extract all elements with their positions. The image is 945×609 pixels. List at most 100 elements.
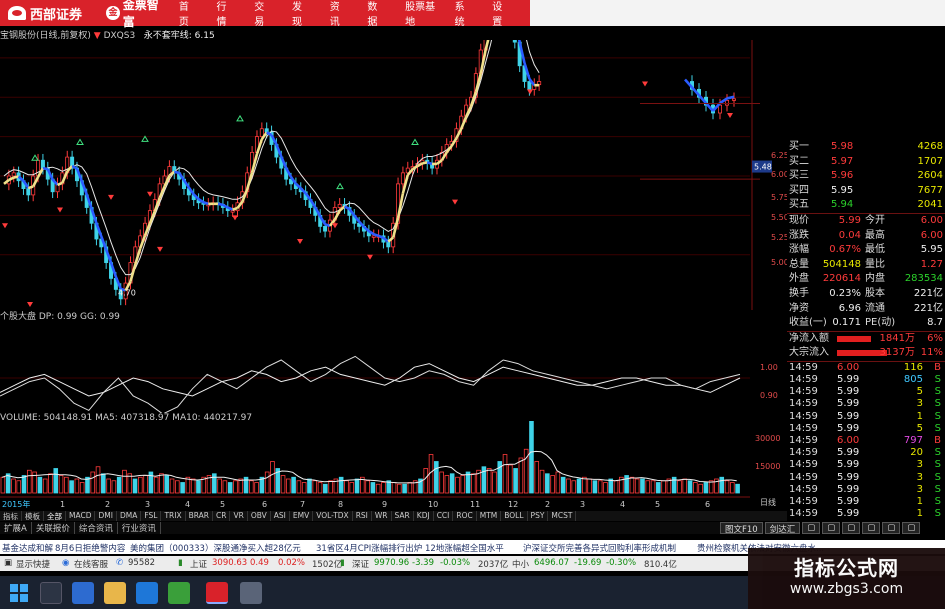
indicator-tab[interactable]: MACD [66,511,96,521]
indicator-tab[interactable]: OBV [248,511,271,521]
news-item[interactable]: 基金达成和解 [2,542,53,554]
flow-value: 1841万 [879,332,915,344]
logo-icon [8,6,26,20]
indicator-tab[interactable]: TRIX [161,511,186,521]
menu-data[interactable]: 数据 [367,0,383,28]
shortcut-toggle[interactable]: 显示快捷 [16,558,50,570]
panel-button[interactable]: 图文F10 [720,522,763,535]
menu-settings[interactable]: 设置 [492,0,508,28]
search-icon[interactable] [40,582,62,604]
windows-start-icon[interactable] [8,582,30,604]
volume-bar [566,478,571,494]
order-row[interactable]: 买一 5.98 4268 [787,140,945,155]
window-control-button[interactable]: ▢ [902,522,921,534]
indicator-tab[interactable]: MCST [548,511,577,521]
tick-row: 14:59 6.00 116 B [787,362,945,374]
menu-discover[interactable]: 发现 [292,0,308,28]
indicator-tab[interactable]: SAR [392,511,414,521]
indicator-tab[interactable]: MTM [477,511,502,521]
broker-logo[interactable]: 西部证券 [0,4,106,23]
sub-tab[interactable]: 综合资讯 [75,522,118,534]
volume-bar [529,421,534,494]
indicator-tab[interactable]: BOLL [501,511,528,521]
indicator-tab[interactable]: CCI [434,511,454,521]
buy-signal-icon [411,138,419,145]
indicator-tab[interactable]: PSY [528,511,549,521]
window-control-button[interactable]: ▢ [842,522,861,534]
sub-tab[interactable]: 关联报价 [32,522,75,534]
indicator-tab[interactable]: EMV [290,511,314,521]
store-icon[interactable] [136,582,158,604]
partner-logo[interactable]: 金金票智富 [106,0,169,30]
tick-time: 14:59 [789,459,818,471]
photo-app-icon[interactable] [240,582,262,604]
volume-bar [180,482,185,494]
online-service[interactable]: 在线客服 [74,558,108,570]
sh-label: 上证 [190,560,208,570]
window-control-button[interactable]: ▢ [862,522,881,534]
indicator-tab[interactable]: CR [213,511,231,521]
browser-icon[interactable] [72,582,94,604]
indicator-tab[interactable]: ROC [453,511,477,521]
quote-value: 8.7 [927,317,943,329]
price-tick: 6.00 [771,170,787,179]
menu-news[interactable]: 资讯 [330,0,346,28]
trend-line [217,202,224,207]
news-item[interactable]: 8月6日拒绝警内容 [55,542,125,554]
indicator-tab[interactable]: DMI [95,511,117,521]
order-volume: 4268 [917,141,943,152]
volume-bar [307,478,312,494]
news-item[interactable]: 美的集团（000333）深股通净买入超28亿元 [130,542,301,554]
panel-button[interactable]: 剑达汇 [764,522,801,535]
order-row[interactable]: 买四 5.95 7677 [787,184,945,199]
order-row[interactable]: 买三 5.96 2604 [787,169,945,184]
indicator-tab[interactable]: 指标 [0,511,22,521]
indicator-tab[interactable]: VOL-TDX [313,511,353,521]
tick-volume: 1 [916,495,923,507]
trading-app-icon[interactable] [206,582,228,604]
window-control-button[interactable]: ▢ [822,522,841,534]
app-icon[interactable] [168,582,190,604]
menu-system[interactable]: 系统 [455,0,471,28]
volume-bar [571,480,577,494]
indicator-tab[interactable]: VR [230,511,248,521]
menu-quotes[interactable]: 行情 [217,0,233,28]
kline-chart[interactable]: 4.705.48 [0,40,787,310]
chat-icon[interactable]: ◉ [62,558,69,568]
order-row[interactable]: 买二 5.97 1707 [787,155,945,170]
news-item[interactable]: 沪深证交所完善各异式回购利率形成机制 [523,542,676,554]
volume-bar [730,482,735,494]
order-price: 5.94 [831,199,854,211]
quote-value: 5.99 [838,214,861,226]
sub-tab[interactable]: 行业资讯 [118,522,161,534]
menu-stock-base[interactable]: 股票基地 [405,0,436,28]
period-label: 日线 [760,497,776,507]
indicator-tab[interactable]: BRAR [186,511,214,521]
tick-side: B [934,435,941,447]
indicator-tab[interactable]: 模板 [22,511,44,521]
order-row[interactable]: 买五 5.94 2041 [787,198,945,213]
price-tick: 5.00 [771,258,787,267]
window-control-button[interactable]: ▢ [882,522,901,534]
indicator-tab[interactable]: RSI [353,511,372,521]
volume-bar [693,482,698,494]
menu-trade[interactable]: 交易 [254,0,270,28]
indicator-chart[interactable]: 1.00 0.90 [0,318,787,413]
indicator-tab[interactable]: 全部 [44,511,66,521]
volume-chart[interactable]: 3000015000日线2015年 1 2 3 4 5 6 7 8 9 10 11 12 2 3 4 5 6 [0,421,787,511]
indicator-tab[interactable]: WR [372,511,392,521]
indicator-tab[interactable]: DMA [117,511,142,521]
sell-signal-icon [108,194,114,200]
folder-icon[interactable] [104,582,126,604]
indicator-tab[interactable]: KDJ [414,511,434,521]
news-item[interactable]: 31省区4月CPI涨幅排行出炉 12地涨幅超全国水平 [316,542,504,554]
tick-price: 6.00 [837,435,860,447]
tick-row: 14:59 5.99 1 S [787,496,945,508]
shortcut-icon[interactable]: ▣ [4,558,12,568]
indicator-tab[interactable]: FSL [141,511,162,521]
menu-home[interactable]: 首页 [179,0,195,28]
sub-tab[interactable]: 扩展A [0,522,32,534]
window-control-button[interactable]: ▢ [802,522,821,534]
indicator-tab[interactable]: ASI [271,511,290,521]
order-volume: 2604 [917,170,943,182]
